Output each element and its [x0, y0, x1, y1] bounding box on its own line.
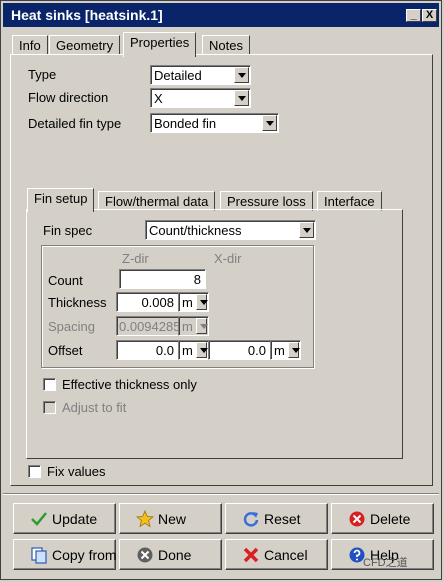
- close-icon: X: [425, 9, 434, 21]
- fin-spec-dropdown-arrow-icon[interactable]: [299, 222, 314, 238]
- tab-fin-setup[interactable]: Fin setup: [27, 188, 95, 212]
- type-dropdown-arrow-icon[interactable]: [234, 67, 249, 83]
- thickness-label: Thickness: [48, 295, 107, 310]
- tab-properties-label: Properties: [130, 35, 190, 50]
- fin-type-select[interactable]: Bonded fin: [150, 113, 279, 133]
- thickness-unit-value: m: [182, 295, 193, 310]
- copy-from-label: Copy from: [52, 547, 117, 563]
- tab-info[interactable]: Info: [12, 35, 48, 55]
- fin-type-dropdown-arrow-icon[interactable]: [262, 115, 277, 131]
- star-icon: [136, 510, 154, 528]
- fix-values-checkbox[interactable]: [28, 465, 41, 478]
- update-button[interactable]: Update: [13, 503, 116, 534]
- flow-direction-dropdown-arrow-icon[interactable]: [234, 90, 249, 106]
- flow-direction-label: Flow direction: [28, 90, 109, 105]
- fix-values-label: Fix values: [47, 464, 106, 479]
- offset-z-unit-arrow-icon[interactable]: [196, 342, 208, 358]
- reset-button[interactable]: Reset: [225, 503, 328, 534]
- close-button[interactable]: X: [422, 9, 437, 22]
- effective-thickness-checkbox[interactable]: [43, 378, 56, 391]
- type-select[interactable]: Detailed: [150, 65, 251, 85]
- spacing-unit-value: m: [182, 319, 193, 334]
- tab-flow-thermal-data-label: Flow/thermal data: [105, 194, 209, 209]
- thickness-unit-arrow-icon[interactable]: [196, 294, 208, 310]
- delete-label: Delete: [370, 511, 411, 527]
- button-separator: [3, 493, 439, 495]
- flow-direction-select[interactable]: X: [150, 88, 251, 108]
- offset-label: Offset: [48, 343, 83, 358]
- count-label: Count: [48, 273, 83, 288]
- offset-x-value: 0.0: [247, 343, 266, 358]
- tab-flow-thermal-data[interactable]: Flow/thermal data: [98, 191, 216, 211]
- type-value: Detailed: [154, 68, 202, 83]
- tab-pressure-loss-label: Pressure loss: [227, 194, 306, 209]
- delete-button[interactable]: Delete: [331, 503, 434, 534]
- tab-fin-setup-label: Fin setup: [34, 191, 88, 206]
- fin-type-value: Bonded fin: [154, 116, 217, 131]
- offset-x-unit-value: m: [274, 343, 285, 358]
- copy-icon: [31, 547, 47, 564]
- update-label: Update: [52, 511, 98, 527]
- spacing-label: Spacing: [48, 319, 95, 334]
- count-input[interactable]: 8: [119, 269, 206, 289]
- window-title: Heat sinks [heatsink.1]: [11, 7, 163, 23]
- effective-thickness-label: Effective thickness only: [62, 377, 197, 392]
- adjust-to-fit-checkbox: [43, 401, 56, 414]
- minimize-icon: _: [410, 9, 417, 21]
- offset-z-input[interactable]: 0.0: [116, 340, 179, 360]
- adjust-to-fit-label: Adjust to fit: [62, 400, 127, 415]
- copy-from-button[interactable]: Copy from: [13, 539, 117, 570]
- new-button[interactable]: New: [119, 503, 222, 534]
- fin-type-label: Detailed fin type: [28, 116, 122, 131]
- tab-interface[interactable]: Interface: [317, 191, 382, 211]
- fin-spec-label: Fin spec: [43, 223, 93, 238]
- thickness-unit-select[interactable]: m: [178, 292, 209, 312]
- xdir-header: X-dir: [214, 251, 242, 266]
- zdir-header: Z-dir: [122, 251, 149, 266]
- thickness-input[interactable]: 0.008: [116, 292, 179, 312]
- offset-x-unit-arrow-icon[interactable]: [288, 342, 300, 358]
- tab-pressure-loss[interactable]: Pressure loss: [220, 191, 313, 211]
- spacing-value: 0.0094285: [119, 319, 181, 334]
- offset-x-unit-select[interactable]: m: [270, 340, 301, 360]
- tab-notes-label: Notes: [209, 38, 243, 53]
- tab-properties[interactable]: Properties: [123, 32, 197, 57]
- minimize-button[interactable]: _: [406, 9, 421, 22]
- offset-x-input[interactable]: 0.0: [208, 340, 271, 360]
- reset-label: Reset: [264, 511, 301, 527]
- cancel-label: Cancel: [264, 547, 308, 563]
- cancel-x-icon: [243, 547, 259, 563]
- title-bar[interactable]: Heat sinks [heatsink.1] _ X: [3, 3, 439, 27]
- tab-interface-label: Interface: [324, 194, 375, 209]
- spacing-unit-arrow-icon: [196, 318, 208, 334]
- tab-geometry-label: Geometry: [56, 38, 114, 53]
- done-button[interactable]: Done: [119, 539, 222, 570]
- type-label: Type: [28, 67, 57, 82]
- done-icon: [137, 547, 153, 563]
- done-label: Done: [158, 547, 192, 563]
- offset-z-unit-select[interactable]: m: [178, 340, 209, 360]
- watermark: CFD之道: [363, 557, 408, 569]
- heat-sinks-dialog: Heat sinks [heatsink.1] _ X Info Geometr…: [0, 0, 442, 580]
- fin-spec-value: Count/thickness: [149, 223, 242, 238]
- offset-z-unit-value: m: [182, 343, 193, 358]
- cancel-button[interactable]: Cancel: [225, 539, 328, 570]
- offset-z-value: 0.0: [155, 343, 174, 358]
- tab-geometry[interactable]: Geometry: [49, 35, 121, 55]
- tab-notes[interactable]: Notes: [202, 35, 250, 55]
- spacing-input: 0.0094285: [116, 316, 181, 336]
- count-value: 8: [193, 272, 201, 287]
- spacing-unit-select: m: [178, 316, 209, 336]
- refresh-icon: [243, 512, 259, 527]
- tab-info-label: Info: [19, 38, 41, 53]
- new-label: New: [158, 511, 187, 527]
- flow-direction-value: X: [154, 91, 163, 106]
- fin-spec-select[interactable]: Count/thickness: [145, 220, 316, 240]
- check-icon: [31, 512, 47, 526]
- delete-icon: [349, 511, 365, 527]
- thickness-value: 0.008: [141, 295, 174, 310]
